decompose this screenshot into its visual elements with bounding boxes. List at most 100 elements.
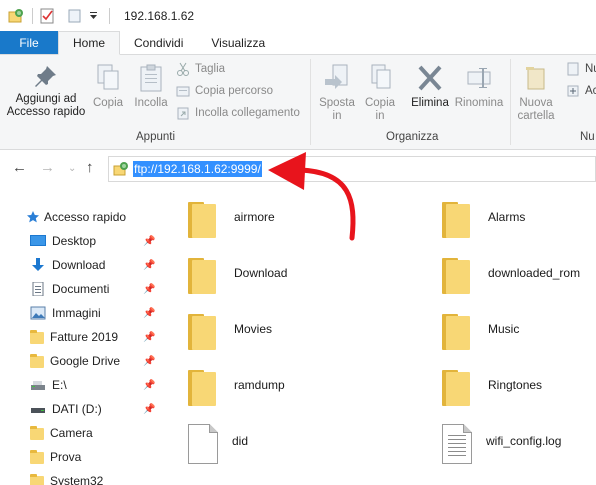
back-arrow-icon[interactable]: ←: [12, 159, 27, 176]
paste-label: Incolla: [134, 97, 168, 109]
copy-path-label: Copia percorso: [195, 85, 273, 97]
file-name: Download: [234, 266, 288, 280]
drive-icon: [30, 402, 46, 416]
rename-button[interactable]: Rinomina: [452, 63, 506, 110]
file-item-folder[interactable]: Music: [442, 306, 519, 362]
nav-item-system32[interactable]: System32: [30, 470, 158, 485]
nav-item-download[interactable]: Download: [30, 254, 158, 276]
file-name: wifi_config.log: [486, 434, 562, 448]
cut-label: Taglia: [195, 63, 226, 75]
file-item-folder[interactable]: ramdump: [188, 362, 285, 418]
nav-item-label: E:\: [52, 378, 67, 392]
ftp-folder-icon[interactable]: [8, 8, 24, 24]
delete-label: Elimina: [411, 97, 449, 109]
new-item-button[interactable]: Nu: [566, 59, 596, 79]
easy-access-icon: [567, 85, 579, 97]
folder-icon: [188, 314, 216, 350]
nav-item-prova[interactable]: Prova: [30, 446, 158, 468]
customize-quick-access-icon[interactable]: [89, 8, 99, 24]
copy-label: Copia: [92, 97, 124, 109]
new-folder-quick-icon[interactable]: [67, 8, 83, 24]
up-arrow-icon[interactable]: ↑: [86, 159, 94, 176]
easy-access-button[interactable]: Acc: [566, 81, 596, 101]
folder-icon: [442, 258, 470, 294]
scissors-icon: [177, 62, 189, 76]
file-item-folder[interactable]: Ringtones: [442, 362, 542, 418]
tab-file[interactable]: File: [0, 31, 58, 54]
folder-icon: [188, 370, 216, 406]
pin-quick-access-button[interactable]: Aggiungi ad Accesso rapido: [6, 63, 86, 119]
nav-item-google-drive[interactable]: Google Drive: [30, 350, 158, 372]
copy-to-button[interactable]: Copia in: [360, 63, 400, 123]
file-item-folder[interactable]: Download: [188, 250, 287, 306]
nav-item-label: Fatture 2019: [50, 330, 119, 344]
tab-home[interactable]: Home: [58, 31, 121, 55]
delete-button[interactable]: Elimina: [406, 63, 454, 110]
download-icon: [30, 258, 46, 272]
pinned-icon: 📌: [143, 308, 156, 319]
copy-button[interactable]: Copia: [90, 63, 126, 110]
tab-view[interactable]: Visualizza: [197, 31, 279, 54]
new-folder-label: Nuova cartella: [517, 97, 555, 122]
nav-item-documents[interactable]: Documenti: [30, 278, 158, 300]
star-icon: [26, 210, 40, 224]
file-name: Movies: [234, 322, 273, 336]
easy-access-label: Acc: [585, 85, 596, 97]
copy-to-label: Copia in: [364, 97, 396, 122]
nav-item-label: Documenti: [52, 282, 110, 296]
copy-path-button[interactable]: Copia percorso: [176, 81, 273, 101]
nav-item-label: System32: [50, 474, 104, 485]
pinned-icon: 📌: [143, 332, 156, 343]
pictures-icon: [30, 306, 46, 320]
title-bar: 192.168.1.62: [0, 0, 596, 31]
separator: [32, 7, 33, 24]
folder-icon: [30, 474, 44, 485]
nav-item-label: Download: [52, 258, 106, 272]
rename-label: Rinomina: [454, 97, 504, 109]
new-folder-button[interactable]: Nuova cartella: [514, 63, 558, 123]
nav-item-desktop[interactable]: Desktop: [30, 230, 158, 252]
nav-quick-access-label: Accesso rapido: [44, 210, 127, 224]
nav-item-camera[interactable]: Camera: [30, 422, 158, 444]
nav-item-fatture[interactable]: Fatture 2019: [30, 326, 158, 348]
forward-arrow-icon[interactable]: →: [40, 159, 55, 176]
navigation-pane: Accesso rapido Desktop 📌 Download 📌 Docu…: [0, 198, 160, 485]
file-name: airmore: [234, 210, 275, 224]
pinned-icon: 📌: [143, 260, 156, 271]
file-item-folder[interactable]: downloaded_rom: [442, 250, 580, 306]
address-input[interactable]: ftp://192.168.1.62:9999/: [133, 161, 262, 177]
nav-item-drive-e[interactable]: E:\: [30, 374, 158, 396]
pinned-icon: 📌: [143, 404, 156, 415]
pin-icon: [35, 66, 56, 87]
nav-item-label: Prova: [50, 450, 82, 464]
nav-item-drive-d[interactable]: DATI (D:): [30, 398, 158, 420]
folder-icon: [30, 330, 44, 344]
folder-icon: [188, 202, 216, 238]
nav-item-pictures[interactable]: Immagini: [30, 302, 158, 324]
new-item-icon: [567, 62, 579, 76]
ftp-location-icon: [113, 161, 129, 177]
file-name: Alarms: [488, 210, 526, 224]
paste-button[interactable]: Incolla: [131, 63, 171, 110]
properties-icon[interactable]: [39, 8, 55, 24]
file-item-folder[interactable]: airmore: [188, 194, 275, 250]
file-item-file[interactable]: did: [188, 418, 248, 474]
move-to-button[interactable]: Sposta in: [316, 63, 358, 123]
file-item-folder[interactable]: Alarms: [442, 194, 525, 250]
nav-item-label: DATI (D:): [52, 402, 102, 416]
file-item-folder[interactable]: Movies: [188, 306, 272, 362]
nav-quick-access[interactable]: Accesso rapido: [26, 206, 154, 228]
paste-shortcut-button[interactable]: Incolla collegamento: [176, 103, 300, 123]
recent-locations-chevron-icon[interactable]: ⌄: [68, 163, 76, 174]
cut-button[interactable]: Taglia: [176, 59, 225, 79]
address-bar[interactable]: ftp://192.168.1.62:9999/: [108, 156, 596, 182]
file-name: ramdump: [234, 378, 285, 392]
group-label-clipboard: Appunti: [136, 131, 176, 143]
nav-item-label: Immagini: [52, 306, 101, 320]
pinned-icon: 📌: [143, 380, 156, 391]
nav-item-label: Camera: [50, 426, 93, 440]
window-title: 192.168.1.62: [124, 8, 195, 23]
tab-share[interactable]: Condividi: [120, 31, 197, 54]
delete-icon: [418, 65, 442, 91]
file-item-text-file[interactable]: wifi_config.log: [442, 418, 561, 474]
